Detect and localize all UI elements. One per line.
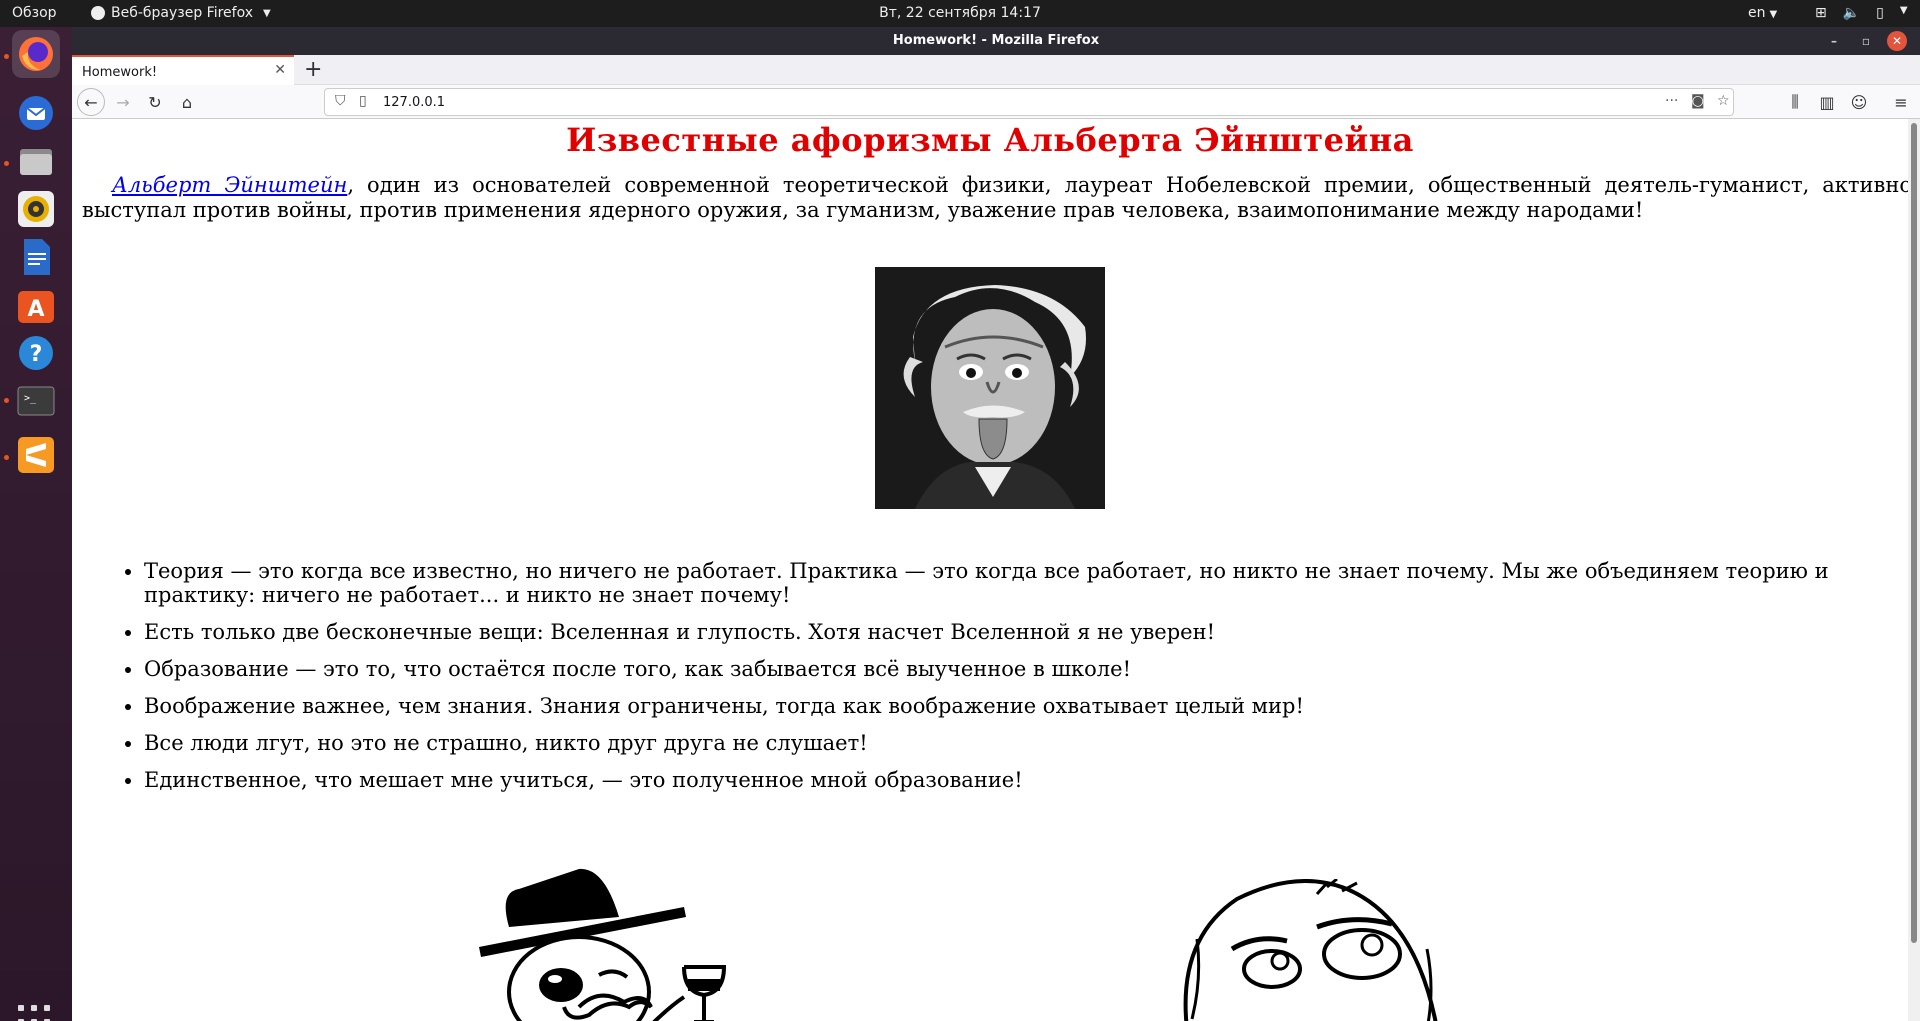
- title-bar: Homework! - Mozilla Firefox – ▫ ✕: [72, 27, 1920, 55]
- tab-homework[interactable]: Homework! ✕: [72, 55, 294, 85]
- running-indicator: [4, 398, 9, 403]
- intro-text: , один из основателей современной теорет…: [82, 173, 1912, 222]
- menu-icon[interactable]: ≡: [1888, 89, 1914, 115]
- running-indicator: [4, 54, 9, 59]
- sublime-icon[interactable]: [12, 431, 60, 479]
- url-bar[interactable]: ⛉ ▯ 127.0.0.1 ··· ◙ ☆: [324, 88, 1734, 116]
- dock: A ? >_: [0, 27, 72, 1021]
- clock[interactable]: Вт, 22 сентября 14:17: [0, 5, 1920, 21]
- battery-icon: ▯: [1876, 5, 1884, 21]
- top-bar: Обзор Веб-браузер Firefox ▼ Вт, 22 сентя…: [0, 0, 1920, 27]
- list-item: Все люди лгут, но это не страшно, никто …: [144, 731, 1910, 755]
- svg-text:>_: >_: [24, 393, 37, 404]
- minimize-icon[interactable]: –: [1824, 31, 1844, 51]
- system-tray[interactable]: ⊞ 🔈 ▯ ▼: [1815, 5, 1908, 21]
- list-item: Единственное, что мешает мне учиться, — …: [144, 768, 1910, 792]
- software-icon[interactable]: A: [12, 281, 60, 329]
- thinking-meme-image: [1177, 877, 1447, 1021]
- rhythmbox-icon[interactable]: [12, 185, 60, 233]
- running-indicator: [4, 161, 9, 166]
- chevron-down-icon: ▼: [1769, 9, 1778, 20]
- close-window-icon[interactable]: ✕: [1887, 31, 1907, 51]
- chevron-down-icon: ▼: [1899, 5, 1908, 16]
- forward-icon[interactable]: →: [110, 89, 136, 115]
- running-indicator: [4, 455, 9, 460]
- language-label: en: [1748, 5, 1766, 21]
- new-tab-icon[interactable]: +: [304, 57, 322, 82]
- volume-icon: 🔈: [1842, 5, 1861, 21]
- writer-icon[interactable]: [12, 233, 60, 281]
- terminal-icon[interactable]: >_: [12, 377, 60, 425]
- quotes-list: Теория — это когда все известно, но ниче…: [120, 559, 1910, 805]
- help-icon[interactable]: ?: [12, 329, 60, 377]
- files-icon[interactable]: [12, 137, 60, 185]
- more-actions-icon[interactable]: ···: [1665, 93, 1678, 109]
- language-indicator[interactable]: en ▼: [1748, 5, 1777, 21]
- close-tab-icon[interactable]: ✕: [274, 62, 286, 78]
- maximize-icon[interactable]: ▫: [1856, 31, 1876, 51]
- list-item: Теория — это когда все известно, но ниче…: [144, 559, 1910, 607]
- firefox-window: Homework! - Mozilla Firefox – ▫ ✕ Homewo…: [72, 27, 1920, 1021]
- reload-icon[interactable]: ↻: [142, 89, 168, 115]
- window-title: Homework! - Mozilla Firefox: [892, 33, 1100, 48]
- einstein-portrait: [875, 267, 1105, 509]
- gentleman-meme-image: [469, 867, 754, 1021]
- page-icon: ▯: [359, 93, 367, 109]
- page-title: Известные афоризмы Альберта Эйнштейна: [566, 121, 1414, 159]
- firefox-icon[interactable]: [12, 30, 60, 78]
- pocket-icon[interactable]: ◙: [1691, 93, 1705, 109]
- intro-paragraph: Альберт Эйнштейн, один из основателей со…: [82, 173, 1912, 223]
- tab-label: Homework!: [82, 65, 158, 80]
- back-icon[interactable]: ←: [77, 88, 105, 116]
- tab-bar: Homework! ✕ +: [72, 55, 1920, 85]
- shield-icon[interactable]: ⛉: [335, 93, 346, 109]
- scrollbar-thumb[interactable]: [1911, 123, 1917, 943]
- page-viewport: Известные афоризмы Альберта Эйнштейна Ал…: [72, 119, 1920, 1021]
- sidebar-icon[interactable]: ▥: [1814, 89, 1840, 115]
- account-icon[interactable]: ☺: [1846, 89, 1872, 115]
- svg-text:A: A: [27, 297, 44, 322]
- nav-bar: ← → ↻ ⌂ ⛉ ▯ 127.0.0.1 ··· ◙ ☆ ⫼ ▥ ☺ ≡: [72, 85, 1920, 119]
- show-applications-icon[interactable]: [18, 1005, 54, 1021]
- list-item: Воображение важнее, чем знания. Знания о…: [144, 694, 1910, 718]
- home-icon[interactable]: ⌂: [174, 89, 200, 115]
- page-scrollbar[interactable]: [1908, 119, 1920, 1021]
- einstein-link[interactable]: Альберт Эйнштейн: [112, 173, 347, 197]
- bookmark-star-icon[interactable]: ☆: [1717, 93, 1730, 109]
- network-icon: ⊞: [1815, 5, 1827, 21]
- list-item: Образование — это то, что остаётся после…: [144, 657, 1910, 681]
- library-icon[interactable]: ⫼: [1782, 89, 1808, 115]
- svg-text:?: ?: [30, 342, 43, 367]
- list-item: Есть только две бесконечные вещи: Вселен…: [144, 620, 1910, 644]
- url-text[interactable]: 127.0.0.1: [383, 95, 445, 110]
- thunderbird-icon[interactable]: [12, 89, 60, 137]
